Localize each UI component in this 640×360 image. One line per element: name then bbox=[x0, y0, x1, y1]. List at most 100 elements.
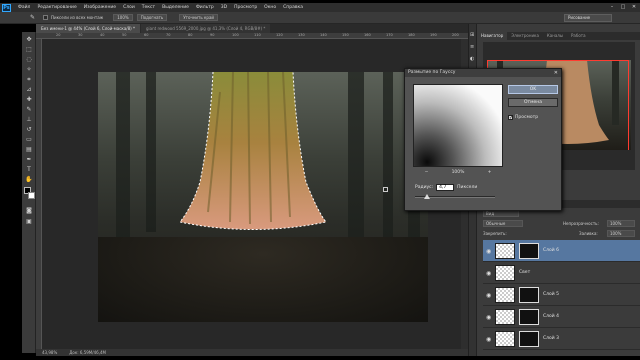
size-field[interactable]: 100% bbox=[113, 14, 133, 21]
eyedropper-tool-icon[interactable]: ⊿ bbox=[25, 86, 33, 93]
ruler-tick-label: 120 bbox=[276, 33, 283, 37]
ok-button[interactable]: OK bbox=[508, 85, 558, 94]
menu-select[interactable]: Выделение bbox=[162, 5, 189, 10]
brush-tool-icon[interactable]: ✎ bbox=[30, 14, 35, 21]
history-icon[interactable]: ⊞ bbox=[470, 32, 474, 38]
zoom-out-icon[interactable]: − bbox=[425, 170, 429, 175]
background-tree bbox=[383, 72, 393, 237]
visibility-eye-icon[interactable]: ◉ bbox=[486, 248, 491, 255]
crop-tool-icon[interactable]: ⌗ bbox=[25, 76, 33, 83]
window-controls: – □ ✕ bbox=[609, 4, 637, 10]
radius-slider-thumb[interactable] bbox=[424, 194, 430, 199]
zoom-in-icon[interactable]: + bbox=[488, 170, 492, 175]
tab-histogram[interactable]: Электроника bbox=[507, 32, 543, 40]
cancel-button[interactable]: Отмена bbox=[508, 98, 558, 107]
layer-kind-filter[interactable]: Вид bbox=[483, 210, 519, 217]
menu-layers[interactable]: Слои bbox=[123, 5, 135, 10]
layer-mask-thumbnail[interactable] bbox=[519, 287, 539, 303]
zoom-readout[interactable]: 43,98% bbox=[42, 350, 57, 355]
layer-thumbnail bbox=[495, 287, 515, 303]
ruler-tick-label: 30 bbox=[78, 33, 83, 37]
visibility-eye-icon[interactable]: ◉ bbox=[486, 336, 491, 343]
quick-mask-icon[interactable]: ◙ bbox=[25, 207, 33, 214]
layer-row[interactable]: ◉ Слой 3 bbox=[483, 328, 640, 350]
fill-field[interactable]: 100% bbox=[607, 230, 635, 237]
menu-edit[interactable]: Редактирование bbox=[37, 5, 76, 10]
blend-mode-select[interactable]: Обычные bbox=[483, 220, 523, 227]
healing-tool-icon[interactable]: ✚ bbox=[25, 96, 33, 103]
menu-file[interactable]: Файл bbox=[18, 5, 30, 10]
refine-button[interactable]: Подогнать bbox=[136, 14, 168, 21]
menu-view[interactable]: Просмотр bbox=[234, 5, 257, 10]
adjustments-icon[interactable]: ◐ bbox=[470, 56, 474, 62]
tools-panel: ✥ ⬚ ◌ ✧ ⌗ ⊿ ✚ ✎ ⊥ ↺ ▭ ▤ ✒ T ✋ ◙ ▣ bbox=[22, 32, 36, 353]
menu-filter[interactable]: Фильтр bbox=[196, 5, 214, 10]
stamp-tool-icon[interactable]: ⊥ bbox=[25, 116, 33, 123]
background-tree bbox=[116, 72, 130, 242]
layer-thumbnail bbox=[495, 309, 515, 325]
ruler-tick-label: 90 bbox=[210, 33, 215, 37]
status-bar: 43,98% Док: 6,59M/46,4M bbox=[36, 349, 476, 356]
background-color-swatch[interactable] bbox=[28, 192, 35, 199]
preview-checkbox[interactable]: ✓ bbox=[508, 115, 513, 121]
move-tool-icon[interactable]: ✥ bbox=[25, 36, 33, 43]
close-icon[interactable]: ✕ bbox=[554, 69, 558, 77]
visibility-eye-icon[interactable]: ◉ bbox=[486, 292, 491, 299]
preview-toggle[interactable]: ✓ Просмотр bbox=[508, 115, 538, 121]
visibility-eye-icon[interactable]: ◉ bbox=[486, 314, 491, 321]
screen-mode-icon[interactable]: ▣ bbox=[25, 218, 33, 225]
close-icon[interactable]: ✕ bbox=[631, 4, 637, 10]
layer-name[interactable]: Слой 6 bbox=[543, 248, 559, 253]
menu-image[interactable]: Изображение bbox=[84, 5, 116, 10]
menu-3d[interactable]: 3D bbox=[221, 5, 227, 10]
tab-actions[interactable]: Работа bbox=[567, 32, 590, 40]
quick-select-tool-icon[interactable]: ✧ bbox=[25, 66, 33, 73]
ruler-tick-label: 150 bbox=[342, 33, 349, 37]
refine-edge-button[interactable]: Уточнить край bbox=[179, 14, 218, 21]
eraser-tool-icon[interactable]: ▭ bbox=[25, 136, 33, 143]
menu-help[interactable]: Справка bbox=[283, 5, 303, 10]
blur-preview[interactable] bbox=[413, 84, 503, 167]
radius-input[interactable]: 4,7 bbox=[436, 184, 455, 191]
layer-name[interactable]: Слой 4 bbox=[543, 314, 559, 319]
layer-name[interactable]: Свет bbox=[519, 270, 530, 275]
visibility-eye-icon[interactable]: ◉ bbox=[486, 270, 491, 277]
tab-document-1[interactable]: Без имени-1 @ 44% (Слой 6, Слой-маска/8)… bbox=[36, 24, 141, 33]
dialog-title[interactable]: Размытие по Гауссу bbox=[405, 69, 561, 77]
tab-navigator[interactable]: Навигатор bbox=[477, 32, 508, 40]
ruler-tick-label: 40 bbox=[100, 33, 105, 37]
type-tool-icon[interactable]: T bbox=[25, 166, 33, 173]
sample-all-checkbox[interactable] bbox=[43, 15, 49, 20]
preview-zoom-row: − 100% + bbox=[413, 170, 503, 175]
transform-handle-icon[interactable] bbox=[383, 187, 388, 192]
layer-row[interactable]: ◉ Слой 6 bbox=[483, 240, 640, 262]
layer-name[interactable]: Слой 5 bbox=[543, 292, 559, 297]
layer-row[interactable]: ◉ Слой 4 bbox=[483, 306, 640, 328]
tab-channels[interactable]: Каналы bbox=[543, 32, 567, 40]
layer-mask-thumbnail[interactable] bbox=[519, 309, 539, 325]
layer-mask-thumbnail[interactable] bbox=[519, 243, 539, 259]
workspace-select[interactable]: Рисование bbox=[564, 14, 612, 22]
layer-thumbnail bbox=[495, 243, 515, 259]
layer-row[interactable]: ◉ Свет bbox=[483, 262, 640, 284]
gradient-tool-icon[interactable]: ▤ bbox=[25, 146, 33, 153]
menu-window[interactable]: Окно bbox=[264, 5, 276, 10]
hand-tool-icon[interactable]: ✋ bbox=[25, 176, 33, 183]
layer-name[interactable]: Слой 3 bbox=[543, 336, 559, 341]
maximize-icon[interactable]: □ bbox=[620, 4, 626, 10]
tab-document-2[interactable]: giant redwood 5569_2000.jpg @ 41,3% (Сло… bbox=[141, 24, 271, 33]
lasso-tool-icon[interactable]: ◌ bbox=[25, 56, 33, 63]
radius-row: Радиус: 4,7 Пиксели bbox=[415, 184, 477, 191]
history-brush-icon[interactable]: ↺ bbox=[25, 126, 33, 133]
opacity-field[interactable]: 100% bbox=[607, 220, 635, 227]
properties-icon[interactable]: ≡ bbox=[470, 44, 474, 50]
minimize-icon[interactable]: – bbox=[609, 4, 615, 10]
layer-row[interactable]: ◉ Слой 5 bbox=[483, 284, 640, 306]
pen-tool-icon[interactable]: ✒ bbox=[25, 156, 33, 163]
forest-image[interactable] bbox=[98, 72, 428, 322]
brush-tool-icon[interactable]: ✎ bbox=[25, 106, 33, 113]
menu-type[interactable]: Текст bbox=[142, 5, 155, 10]
background-tree bbox=[348, 72, 364, 247]
marquee-tool-icon[interactable]: ⬚ bbox=[25, 46, 33, 53]
layer-mask-thumbnail[interactable] bbox=[519, 331, 539, 347]
